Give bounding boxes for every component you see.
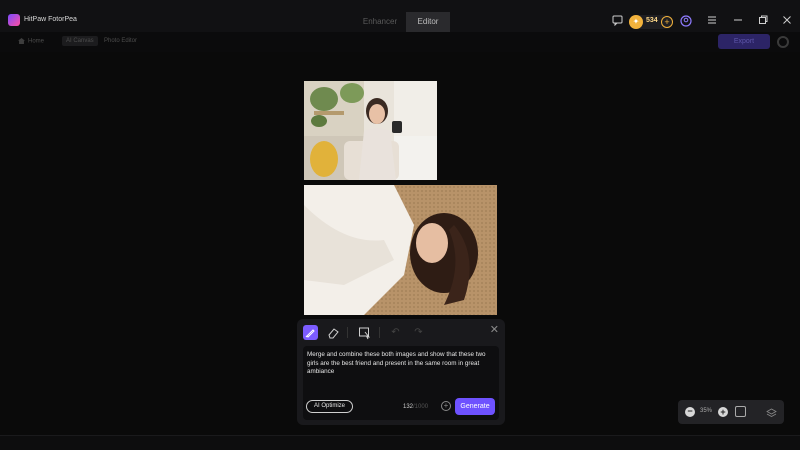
restore-icon[interactable]: [757, 15, 769, 27]
ai-optimize-button[interactable]: AI Optimize: [306, 400, 353, 413]
canvas-image-woman-sitting[interactable]: [304, 81, 437, 180]
close-panel-icon[interactable]: ✕: [490, 323, 499, 336]
breadcrumb-ai-canvas[interactable]: AI Canvas: [62, 36, 98, 46]
menu-icon[interactable]: [706, 15, 718, 27]
home-icon: [18, 38, 25, 44]
breadcrumb-photo-editor[interactable]: Photo Editor: [104, 38, 137, 44]
canvas-image-woman-lying[interactable]: [304, 185, 497, 315]
select-icon[interactable]: [357, 325, 372, 340]
toolbar-divider: [379, 327, 380, 338]
account-icon[interactable]: [680, 15, 692, 27]
credits-badge[interactable]: ✦ 534 +: [629, 15, 673, 29]
undo-icon[interactable]: ↶: [388, 325, 403, 340]
add-credits-icon[interactable]: +: [661, 16, 673, 28]
eraser-icon[interactable]: [326, 325, 341, 340]
zoom-level: 35%: [700, 408, 713, 414]
title-bar: HitPaw FotorPea Enhancer Editor ✦ 534 +: [0, 0, 800, 32]
app-logo-icon: [8, 14, 20, 26]
coin-icon: ✦: [629, 15, 643, 29]
breadcrumb-home-label: Home: [28, 38, 45, 45]
prompt-text[interactable]: Merge and combine these both images and …: [307, 351, 497, 377]
layers-icon[interactable]: [766, 406, 777, 417]
fit-screen-icon[interactable]: [735, 406, 746, 417]
redo-icon[interactable]: ↷: [411, 325, 426, 340]
prompt-input[interactable]: Merge and combine these both images and …: [303, 346, 499, 420]
credit-count: 534: [646, 17, 658, 24]
prompt-panel: ↶ ↷ ✕ Merge and combine these both image…: [297, 319, 505, 425]
close-icon[interactable]: [781, 15, 793, 27]
generate-button[interactable]: Generate: [455, 398, 495, 415]
status-strip: [0, 435, 800, 450]
export-button[interactable]: Export: [718, 34, 770, 49]
zoom-in-icon[interactable]: +: [718, 407, 728, 417]
breadcrumb-home[interactable]: Home: [18, 38, 44, 45]
tab-enhancer[interactable]: Enhancer: [357, 12, 403, 32]
add-image-icon[interactable]: +: [441, 401, 451, 411]
brush-icon[interactable]: [303, 325, 318, 340]
tab-editor[interactable]: Editor: [406, 12, 450, 32]
char-max: /1000: [413, 404, 429, 410]
feedback-icon[interactable]: [611, 15, 623, 27]
zoom-out-icon[interactable]: −: [685, 407, 695, 417]
char-counter: 132/1000: [403, 404, 428, 410]
settings-icon[interactable]: [777, 36, 789, 48]
zoom-bar: − 35% +: [678, 400, 784, 424]
toolbar-divider: [347, 327, 348, 338]
app-title: HitPaw FotorPea: [24, 16, 77, 23]
minimize-icon[interactable]: [732, 15, 744, 27]
char-count: 132: [403, 404, 414, 410]
